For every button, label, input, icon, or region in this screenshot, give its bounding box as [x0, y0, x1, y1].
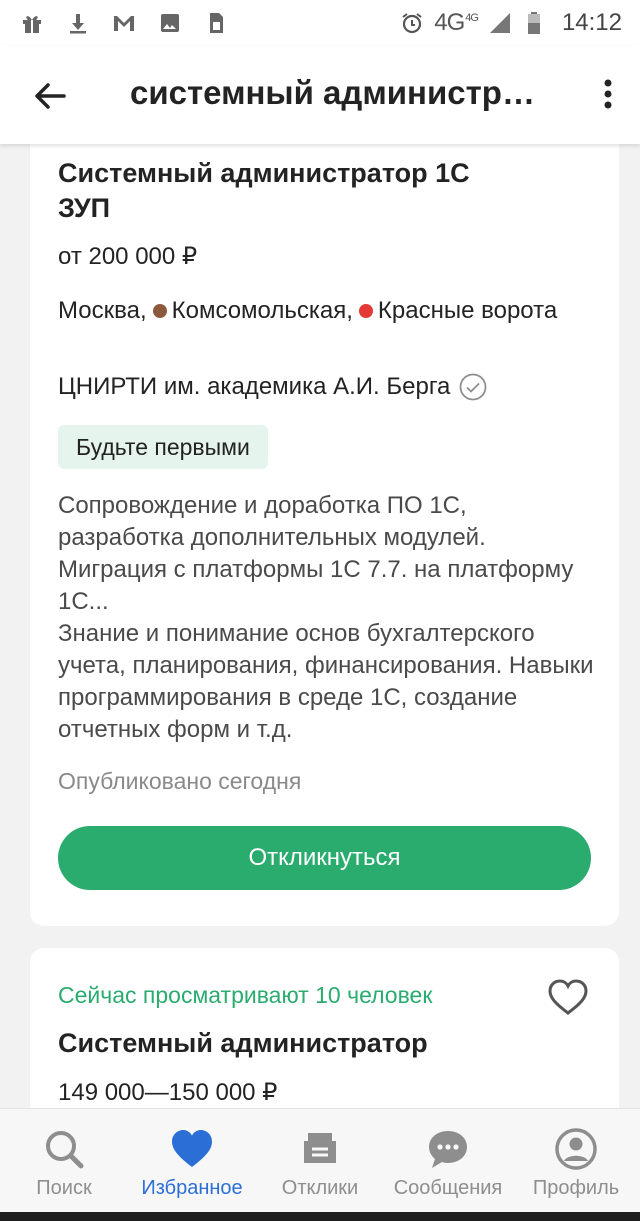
nav-item-messages[interactable]: Сообщения — [384, 1109, 512, 1212]
vacancy-title[interactable]: Системный администратор — [58, 1028, 428, 1059]
chat-icon — [429, 1131, 467, 1168]
app-bar: системный администр… — [0, 46, 640, 144]
metro-line-icon — [358, 303, 373, 318]
gift-icon — [23, 16, 41, 33]
viewers-count: Сейчас просматривают 10 человек — [58, 982, 433, 1008]
notification-icons — [20, 11, 228, 35]
heart-icon — [172, 1130, 212, 1167]
signal-icon — [489, 13, 510, 33]
sim-icon — [210, 13, 223, 33]
nav-label: Отклики — [281, 1177, 359, 1199]
profile-icon — [555, 1128, 597, 1170]
company[interactable]: ЦНИРТИ им. академика А.И. Берга — [58, 372, 488, 402]
published-date: Опубликовано сегодня — [58, 768, 302, 794]
nav-label: Профиль — [532, 1177, 620, 1199]
clock: 14:12 — [561, 9, 622, 36]
alarm-icon — [402, 13, 422, 34]
system-nav-strip — [0, 1212, 640, 1221]
system-icons: 4G4G 14:12 — [400, 9, 622, 37]
metro-station: Красные ворота — [377, 297, 558, 324]
metro-station: Комсомольская, — [171, 297, 353, 324]
verified-check-icon — [459, 373, 487, 401]
nav-item-responses[interactable]: Отклики — [256, 1109, 384, 1212]
battery-icon — [527, 12, 540, 34]
nav-label: Избранное — [141, 1177, 243, 1199]
nav-label: Поиск — [36, 1177, 92, 1199]
vacancy-location: Москва, Комсомольская, Красные ворота — [58, 294, 578, 327]
city: Москва, — [58, 297, 147, 324]
be-first-badge: Будьте первыми — [58, 425, 268, 469]
gmail-icon — [114, 16, 134, 31]
vacancy-description: Сопровождение и доработка ПО 1С, разрабо… — [58, 492, 594, 743]
image-icon — [161, 14, 179, 32]
responses-icon — [304, 1133, 336, 1163]
vacancy-card[interactable]: Системный администратор 1С ЗУП от 200 00… — [30, 120, 619, 926]
heart-outline-icon[interactable] — [546, 976, 590, 1020]
company-name[interactable]: ЦНИРТИ им. академика А.И. Берга — [58, 373, 450, 401]
bottom-navigation: Поиск Избранное Отклики Сообщения Профил… — [0, 1108, 640, 1212]
respond-button[interactable]: Откликнуться — [58, 826, 591, 890]
nav-label: Сообщения — [393, 1177, 503, 1199]
metro-line-icon — [152, 303, 167, 318]
nav-item-search[interactable]: Поиск — [0, 1109, 128, 1212]
vacancy-salary: от 200 000 ₽ — [58, 243, 198, 270]
nav-item-profile[interactable]: Профиль — [512, 1109, 640, 1212]
vacancy-salary: 149 000—150 000 ₽ — [58, 1079, 278, 1106]
search-query-title[interactable]: системный администр… — [130, 74, 550, 112]
arrow-left-icon[interactable] — [30, 76, 70, 116]
vacancy-title[interactable]: Системный администратор 1С ЗУП — [58, 156, 478, 226]
more-vert-icon[interactable] — [594, 74, 622, 114]
download-icon — [70, 14, 86, 34]
status-bar: 4G4G 14:12 — [0, 0, 640, 46]
nav-item-favorites[interactable]: Избранное — [128, 1109, 256, 1212]
search-icon — [46, 1131, 84, 1169]
network-type: 4G4G — [434, 9, 479, 36]
